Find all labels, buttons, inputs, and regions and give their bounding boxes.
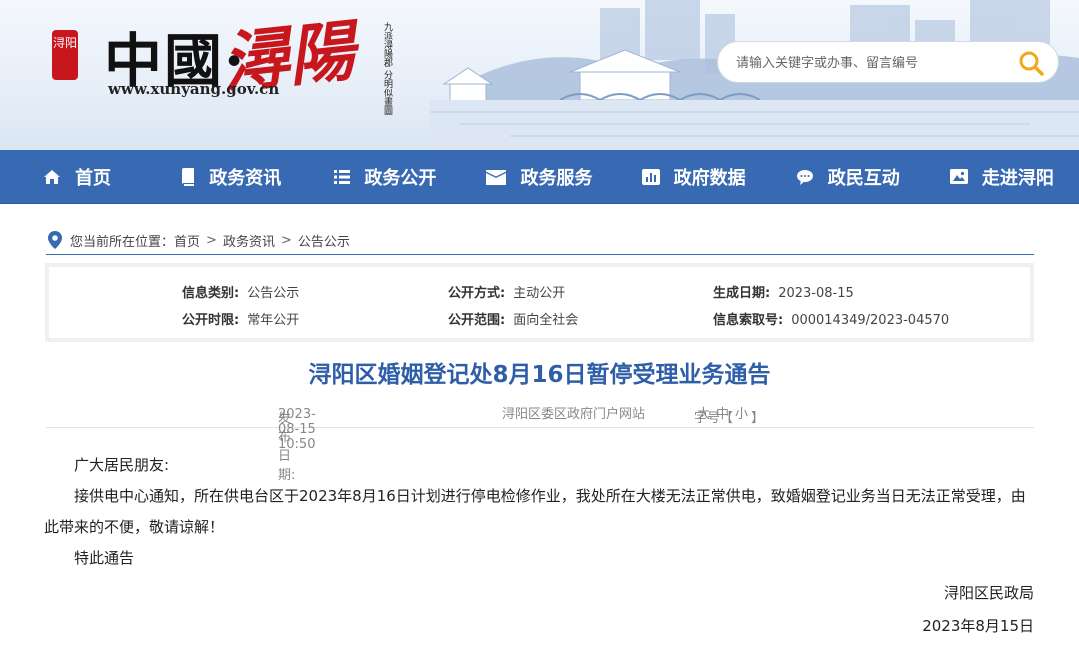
info-category-label: 信息类别: — [182, 286, 240, 301]
article-meta: 发布日期: 2023-08-15 10:50 浔阳区委区政府门户网站 字号【大中… — [46, 399, 1034, 483]
info-index-value: 000014349/2023-04570 — [791, 313, 950, 328]
home-icon — [44, 169, 61, 184]
info-index-label: 信息索取号: — [713, 313, 784, 328]
font-size-small-button[interactable]: 小 — [735, 407, 748, 422]
article-signature: 浔阳区民政局 — [943, 584, 1034, 602]
article-content: 广大居民朋友: 接供电中心通知，所在供电台区于2023年8月16日计划进行停电检… — [44, 450, 1036, 574]
breadcrumb-prefix: 您当前所在位置： — [70, 234, 175, 250]
info-term-label: 公开时限: — [182, 313, 240, 328]
nav-item-label: 走进浔阳 — [981, 167, 1054, 189]
info-index: 信息索取号: 000014349/2023-04570 — [713, 309, 949, 328]
breadcrumb-link-news[interactable]: 政务资讯 — [223, 231, 275, 250]
main-nav: 首页 政务资讯 政务公开 政务服务 政府数据 政民互动 走进浔阳 — [0, 150, 1079, 204]
info-date: 生成日期: 2023-08-15 — [713, 282, 854, 301]
seal-logo: 浔阳 — [52, 30, 78, 80]
breadcrumb-separator: > — [280, 232, 292, 248]
info-category-value: 公告公示 — [247, 286, 300, 301]
envelope-icon — [486, 169, 507, 185]
nav-item-label: 政民互动 — [827, 167, 900, 189]
breadcrumb-link-home[interactable]: 首页 — [174, 231, 200, 250]
info-term-value: 常年公开 — [247, 313, 300, 328]
bar-chart-icon — [641, 168, 660, 185]
site-url: www.xunyang.gov.cn — [108, 80, 280, 98]
info-method-label: 公开方式: — [448, 286, 506, 301]
article-closing: 特此通告 — [74, 549, 135, 567]
nav-item-about[interactable]: 走进浔阳 — [925, 150, 1079, 203]
header-banner: 浔阳 中國· 潯陽 www.xunyang.gov.cn 九派潯陽郡 分明似畫圖 — [0, 0, 1079, 150]
info-scope-value: 面向全社会 — [513, 313, 579, 328]
image-icon — [949, 169, 968, 184]
info-term: 公开时限: 常年公开 — [182, 309, 299, 328]
search-icon[interactable] — [1018, 50, 1044, 76]
info-metadata-box: 信息类别: 公告公示 公开方式: 主动公开 生成日期: 2023-08-15 公开时限… — [45, 263, 1034, 342]
list-icon — [334, 169, 351, 184]
breadcrumb-separator: > — [206, 232, 217, 248]
article-source: 浔阳区委区政府门户网站 — [502, 407, 646, 422]
location-pin-icon — [48, 231, 62, 249]
book-icon — [182, 167, 195, 186]
chat-icon — [796, 169, 813, 185]
nav-item-news[interactable]: 政务资讯 — [154, 150, 308, 203]
article-date: 2023年8月15日 — [922, 617, 1034, 635]
nav-item-services[interactable]: 政务服务 — [462, 150, 616, 203]
font-size-label: 字号【 — [694, 411, 734, 426]
nav-item-interaction[interactable]: 政民互动 — [771, 150, 925, 203]
info-category: 信息类别: 公告公示 — [182, 282, 299, 301]
nav-item-label: 政府数据 — [673, 167, 746, 189]
logo-poem: 九派潯陽郡 分明似畫圖 — [382, 22, 392, 115]
breadcrumb: 您当前所在位置： 首页 > 政务资讯 > 公告公示 — [46, 226, 1034, 255]
nav-item-label: 政务服务 — [520, 167, 593, 189]
info-method: 公开方式: 主动公开 — [448, 282, 565, 301]
info-date-label: 生成日期: — [713, 286, 771, 301]
nav-item-label: 首页 — [75, 167, 112, 189]
search-bar — [717, 41, 1059, 83]
publish-date-value: 2023-08-15 10:50 — [278, 407, 316, 452]
font-size-control: 字号【大中小】 — [694, 403, 764, 426]
font-size-end: 】 — [751, 411, 765, 426]
info-scope: 公开范围: 面向全社会 — [448, 309, 578, 328]
article-greeting: 广大居民朋友: — [74, 456, 170, 474]
nav-item-openness[interactable]: 政务公开 — [308, 150, 462, 203]
info-scope-label: 公开范围: — [448, 313, 506, 328]
article-title: 浔阳区婚姻登记处8月16日暂停受理业务通告 — [308, 362, 771, 388]
nav-item-label: 政务公开 — [364, 167, 437, 189]
breadcrumb-link-notice[interactable]: 公告公示 — [298, 231, 350, 250]
nav-item-data[interactable]: 政府数据 — [617, 150, 771, 203]
article-body: 接供电中心通知，所在供电台区于2023年8月16日计划进行停电检修作业，我处所在… — [44, 487, 1026, 536]
info-date-value: 2023-08-15 — [778, 286, 854, 301]
nav-item-label: 政务资讯 — [209, 167, 282, 189]
search-input[interactable] — [734, 52, 1008, 74]
info-method-value: 主动公开 — [513, 286, 566, 301]
nav-item-home[interactable]: 首页 — [0, 150, 154, 203]
